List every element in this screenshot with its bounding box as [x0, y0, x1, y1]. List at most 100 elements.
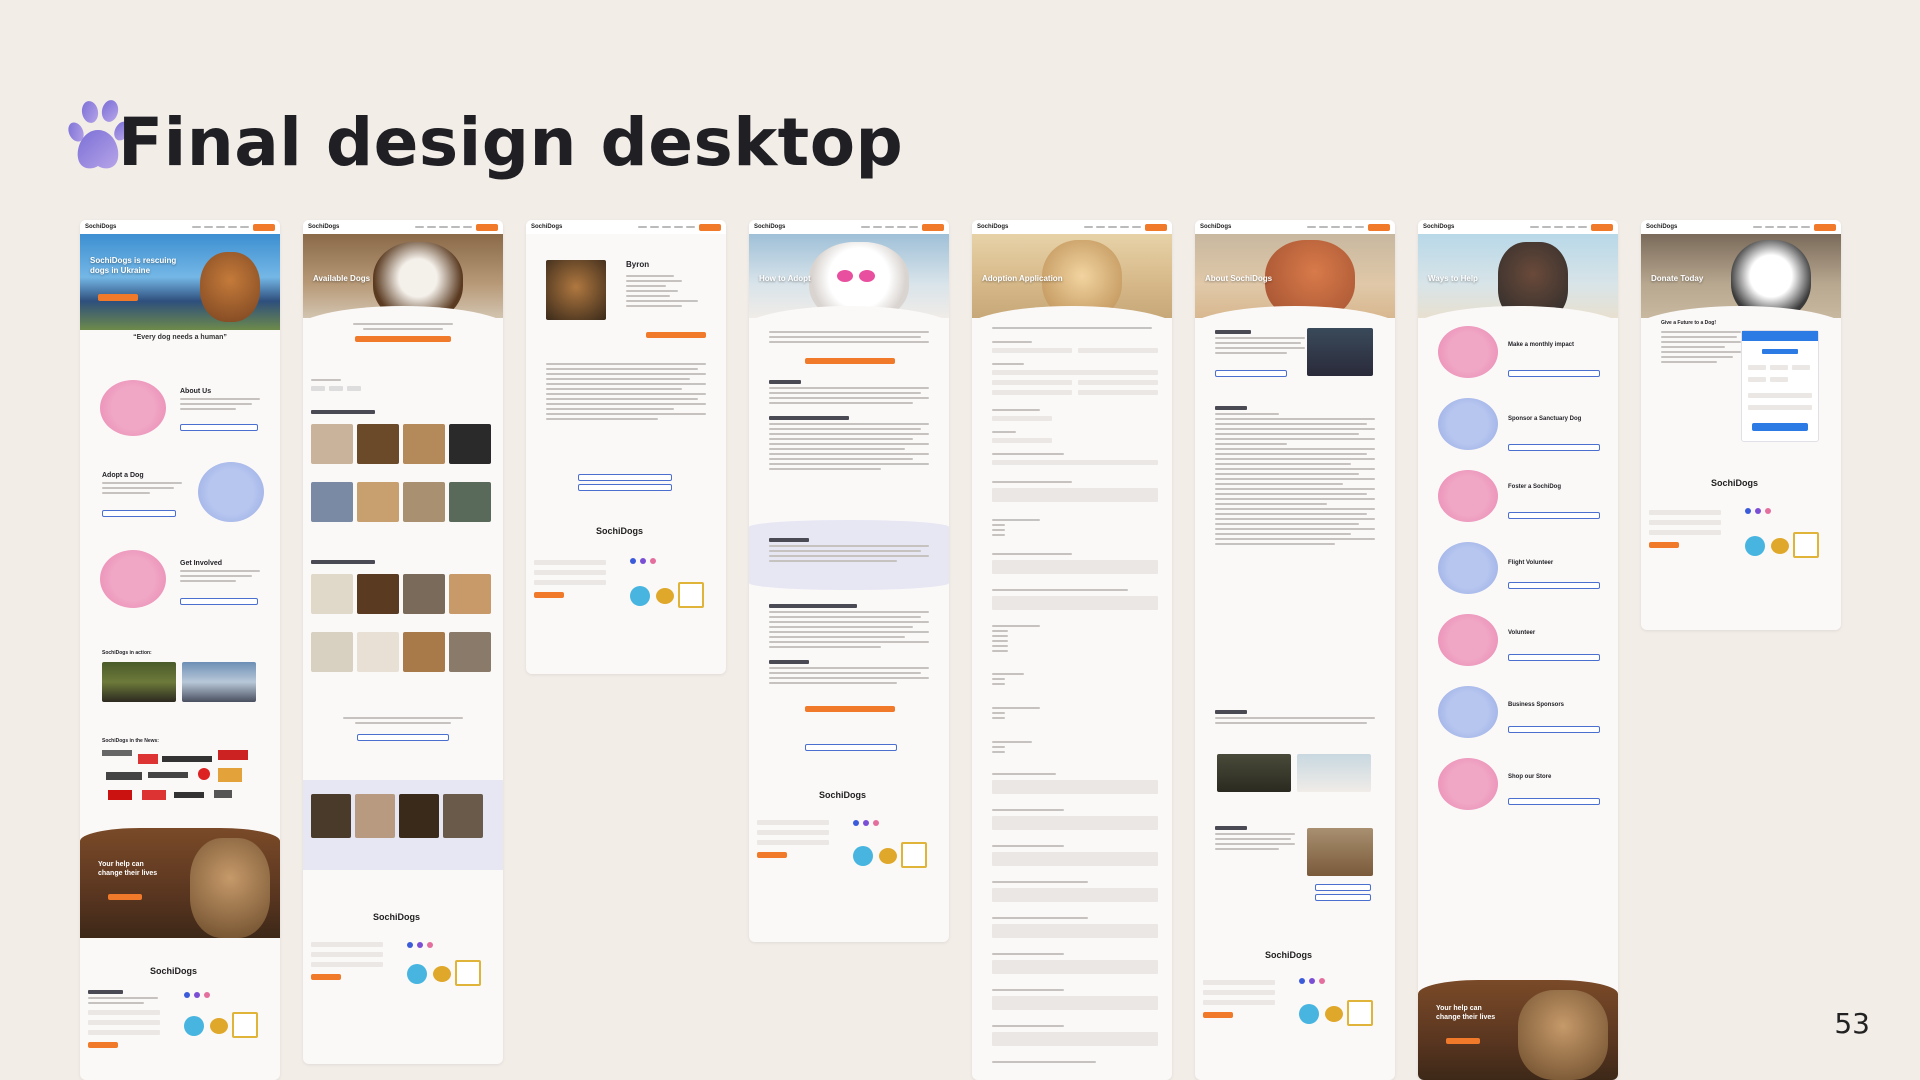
tagline: “Every dog needs a human” [133, 334, 227, 341]
mockup-donate: SochiDogs Donate Today Give a Future to … [1641, 220, 1841, 630]
mockup-home: SochiDogs SochiDogs is rescuing dogs in … [80, 220, 280, 1080]
help-item-7-button[interactable] [1508, 798, 1600, 805]
footer-logo: SochiDogs [1265, 950, 1313, 960]
donate-button[interactable] [1145, 223, 1167, 231]
see-dogs-button[interactable] [102, 510, 176, 517]
banner-text: Your help can change their lives [98, 861, 158, 878]
donate-button[interactable] [1814, 223, 1836, 231]
donate-button[interactable] [1591, 223, 1613, 231]
news-logos [102, 750, 258, 810]
help-item-6-button[interactable] [1508, 726, 1600, 733]
read-more-button[interactable] [1315, 884, 1371, 891]
help-item-7: Shop our Store [1508, 774, 1552, 780]
help-item-5-button[interactable] [1508, 654, 1600, 661]
impact-photo-2 [1297, 754, 1371, 792]
help-item-1: Make a monthly impact [1508, 342, 1575, 348]
hero-image: How to Adopt [749, 234, 949, 318]
contact-button[interactable] [1315, 894, 1371, 901]
help-item-2-button[interactable] [1508, 444, 1600, 451]
hero-button[interactable] [98, 294, 138, 301]
nav-bar: SochiDogs [1641, 220, 1841, 234]
page-number: 53 [1834, 1007, 1870, 1040]
help-item-5: Volunteer [1508, 630, 1536, 636]
help-item-4-button[interactable] [1508, 582, 1600, 589]
nav-bar: SochiDogs [526, 220, 726, 234]
help-item-3-button[interactable] [1508, 512, 1600, 519]
nav-logo: SochiDogs [1423, 224, 1455, 230]
signup-button[interactable] [88, 1042, 118, 1048]
nav-logo: SochiDogs [531, 224, 563, 230]
donation-widget[interactable] [1741, 330, 1819, 442]
foster-button[interactable] [578, 484, 672, 491]
help-banner: Your help can change their lives [1418, 980, 1618, 1080]
signup-button[interactable] [311, 974, 341, 980]
side-title: Give a Future to a Dog! [1661, 320, 1717, 326]
action-photo-1 [102, 662, 176, 702]
help-item-6: Business Sponsors [1508, 702, 1565, 708]
apply-button[interactable] [355, 336, 451, 342]
nav-bar: SochiDogs [1418, 220, 1618, 234]
sponsor-button[interactable] [578, 474, 672, 481]
adoption-application-button[interactable] [357, 734, 449, 741]
nav-logo: SochiDogs [1200, 224, 1232, 230]
help-item-1-button[interactable] [1508, 370, 1600, 377]
help-item-2: Sponsor a Sanctuary Dog [1508, 416, 1582, 422]
section-about: About Us [180, 388, 212, 395]
get-involved-button[interactable] [180, 598, 258, 605]
nav-logo: SochiDogs [754, 224, 786, 230]
donate-button[interactable] [922, 223, 944, 231]
section-involved: Get Involved [180, 560, 223, 567]
hero-image: SochiDogs is rescuing dogs in Ukraine [80, 234, 280, 330]
signup-button[interactable] [1649, 542, 1679, 548]
happy-endings [303, 780, 503, 870]
view-dogs-button[interactable] [805, 358, 895, 364]
involved-paw-image [100, 550, 166, 608]
section-adopt: Adopt a Dog [102, 472, 144, 479]
apply-now-button[interactable] [805, 706, 895, 712]
banner-donate-button[interactable] [108, 894, 142, 900]
footer-logo: SochiDogs [596, 526, 644, 536]
nav-logo: SochiDogs [85, 224, 117, 230]
hero-image: Donate Today [1641, 234, 1841, 318]
footer-logo: SochiDogs [373, 912, 421, 922]
adopt-paw-image [198, 462, 264, 522]
signup-button[interactable] [757, 852, 787, 858]
mockup-dog-profile: SochiDogs Byron SochiDogs [526, 220, 726, 674]
help-item-4: Flight Volunteer [1508, 560, 1554, 566]
learn-more-button[interactable] [180, 424, 258, 431]
hero-title: How to Adopt [759, 274, 811, 283]
adopt-button[interactable] [646, 332, 706, 338]
donate-button[interactable] [1368, 223, 1390, 231]
footer-logo: SochiDogs [1711, 478, 1759, 488]
help-item-3: Foster a SochiDog [1508, 484, 1562, 490]
hero-image: Adoption Application [972, 234, 1172, 318]
impact-photo-1 [1217, 754, 1291, 792]
faq-button[interactable] [805, 744, 897, 751]
footer-logo: SochiDogs [819, 790, 867, 800]
donate-button[interactable] [476, 223, 498, 231]
slide-title: Final design desktop [118, 104, 904, 181]
donate-button[interactable] [253, 223, 275, 231]
action-photo-2 [182, 662, 256, 702]
signup-button[interactable] [1203, 1012, 1233, 1018]
hero-title: SochiDogs is rescuing dogs in Ukraine [90, 256, 177, 275]
in-news-label: SochiDogs in the News: [102, 738, 159, 744]
nav-logo: SochiDogs [1646, 224, 1678, 230]
donate-button[interactable] [699, 223, 721, 231]
mockup-ways-to-help: SochiDogs Ways to Help Make a monthly im… [1418, 220, 1618, 1080]
mockup-how-to-adopt: SochiDogs How to Adopt SochiDogs [749, 220, 949, 942]
nav-bar: SochiDogs [80, 220, 280, 234]
dog-name: Byron [626, 260, 650, 269]
in-action-label: SochiDogs in action: [102, 650, 152, 656]
team-photo [1307, 328, 1373, 376]
signup-button[interactable] [534, 592, 564, 598]
meet-team-button[interactable] [1215, 370, 1287, 377]
history-photo [1307, 828, 1373, 876]
mockup-adoption-application: SochiDogs Adoption Application [972, 220, 1172, 1080]
banner-text: Your help can change their lives [1436, 1005, 1496, 1022]
hero-title: About SochiDogs [1205, 274, 1273, 283]
help-banner: Your help can change their lives [80, 828, 280, 938]
banner-donate-button[interactable] [1446, 1038, 1480, 1044]
hero-title: Donate Today [1651, 274, 1704, 283]
nav-bar: SochiDogs [749, 220, 949, 234]
